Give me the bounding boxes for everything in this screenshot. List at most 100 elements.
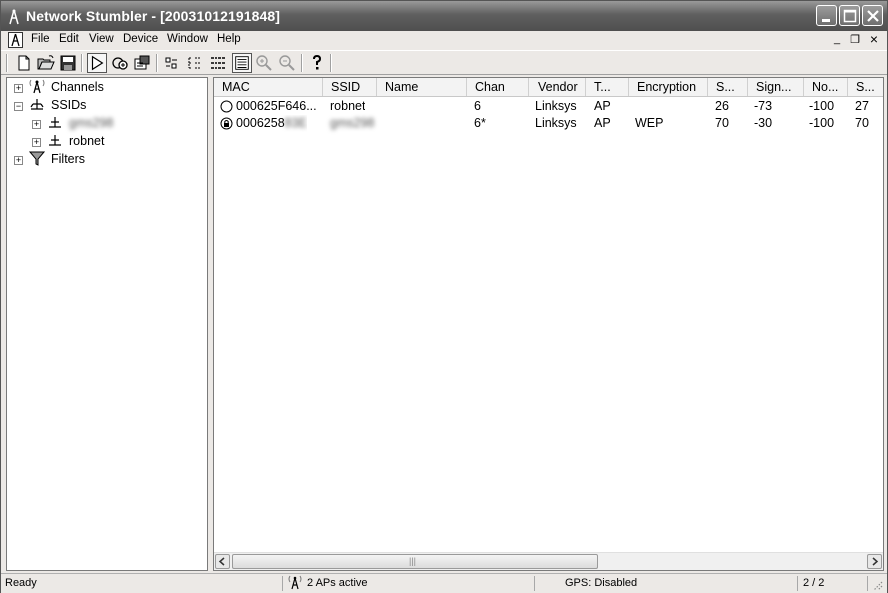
column-header-chan[interactable]: Chan — [467, 78, 529, 96]
minimize-button[interactable] — [816, 5, 837, 26]
properties-icon[interactable] — [132, 53, 152, 73]
status-ready: Ready — [1, 576, 283, 591]
ap-locked-icon — [220, 117, 233, 130]
table-row[interactable]: 000625F646... robnet 6 Linksys AP 26 -73… — [214, 98, 883, 115]
cell-type: AP — [594, 99, 611, 113]
status-gps: GPS: Disabled — [535, 576, 798, 591]
antenna-icon — [288, 575, 302, 590]
maximize-button[interactable] — [839, 5, 860, 26]
cell-signal-plus: 27 — [855, 99, 869, 113]
expand-channels-button[interactable]: + — [14, 84, 23, 93]
zoom-in-icon[interactable] — [254, 53, 274, 73]
mdi-restore-button[interactable]: ❐ — [848, 33, 862, 46]
column-header-encryption[interactable]: Encryption — [629, 78, 708, 96]
column-header-signal[interactable]: Sign... — [748, 78, 804, 96]
cell-vendor: Linksys — [535, 116, 577, 130]
status-bar: Ready 2 APs active GPS: Disabled 2 / 2 — [1, 573, 887, 593]
ap-open-icon — [220, 100, 233, 113]
menu-device[interactable]: Device — [123, 33, 158, 45]
column-header-noise[interactable]: No... — [804, 78, 848, 96]
window-title: Network Stumbler - [20031012191848] — [26, 8, 281, 24]
scroll-right-button[interactable] — [867, 554, 882, 569]
antenna-app-icon — [9, 9, 19, 25]
cell-signal-plus: 70 — [855, 116, 869, 130]
menu-window[interactable]: Window — [167, 33, 208, 45]
column-header-mac[interactable]: MAC — [214, 78, 323, 96]
expand-ssid-gms298-button[interactable]: + — [32, 120, 41, 129]
column-header-name[interactable]: Name — [377, 78, 467, 96]
column-header-signal-plus[interactable]: S... — [848, 78, 883, 96]
resize-grip-icon[interactable] — [871, 579, 883, 591]
chevron-left-icon — [218, 557, 225, 566]
ssid-antenna-icon — [49, 135, 61, 146]
minimize-icon — [822, 19, 830, 22]
scroll-left-button[interactable] — [215, 554, 230, 569]
cell-chan: 6* — [474, 116, 486, 130]
chevron-right-icon — [872, 557, 879, 566]
toolbar-separator — [301, 54, 303, 72]
tree-channels[interactable]: Channels — [51, 79, 104, 95]
cell-vendor: Linksys — [535, 99, 577, 113]
tree-ssids[interactable]: SSIDs — [51, 97, 86, 113]
cell-snr: 26 — [715, 99, 729, 113]
maximize-icon — [843, 9, 857, 23]
toolbar — [1, 50, 887, 75]
close-button[interactable] — [862, 5, 883, 26]
cell-chan: 6 — [474, 99, 481, 113]
save-icon[interactable] — [58, 53, 78, 73]
help-icon[interactable] — [307, 53, 327, 73]
cell-noise: -100 — [809, 99, 835, 113]
menu-view[interactable]: View — [89, 33, 114, 45]
toolbar-separator — [330, 54, 332, 72]
menu-bar: File Edit View Device Window Help _ ❐ × — [1, 31, 887, 50]
cell-signal: -73 — [754, 99, 773, 113]
tree-pane[interactable]: + Channels − SSIDs + gms298 + robnet + F… — [6, 77, 208, 571]
menu-help[interactable]: Help — [217, 33, 241, 45]
expand-filters-button[interactable]: + — [14, 156, 23, 165]
ssid-antenna-icon — [49, 117, 61, 128]
details-view-icon[interactable] — [232, 53, 252, 73]
channels-antenna-icon — [29, 79, 45, 94]
cell-mac: 000625F646... — [236, 99, 317, 113]
toolbar-separator — [156, 54, 158, 72]
scroll-thumb[interactable]: ||| — [232, 554, 598, 569]
menu-edit[interactable]: Edit — [59, 33, 79, 45]
cell-mac-blurred: 83E — [284, 116, 307, 130]
cell-mac: 000625883E — [236, 115, 307, 132]
ap-list-pane[interactable]: MAC SSID Name Chan Vendor T... Encryptio… — [213, 77, 884, 571]
zoom-out-icon[interactable] — [277, 53, 297, 73]
start-scan-icon[interactable] — [87, 53, 107, 73]
close-icon — [867, 10, 879, 22]
document-icon[interactable] — [8, 32, 23, 48]
status-aps-active: 2 APs active — [307, 577, 368, 589]
tree-ssid-item[interactable]: gms298 — [69, 115, 113, 131]
column-header-vendor[interactable]: Vendor — [529, 78, 586, 96]
column-header-ssid[interactable]: SSID — [323, 78, 377, 96]
tree-ssid-item[interactable]: robnet — [69, 133, 104, 149]
auto-config-icon[interactable] — [110, 53, 130, 73]
column-header-snr[interactable]: S... — [708, 78, 748, 96]
status-count: 2 / 2 — [798, 576, 868, 591]
table-row[interactable]: 000625883E gms298 6* Linksys AP WEP 70 -… — [214, 115, 883, 132]
toolbar-grip — [6, 54, 8, 72]
column-header-type[interactable]: T... — [586, 78, 629, 96]
title-bar[interactable]: Network Stumbler - [20031012191848] — [1, 1, 887, 31]
large-icons-icon[interactable] — [162, 53, 182, 73]
expand-ssid-robnet-button[interactable]: + — [32, 138, 41, 147]
mdi-minimize-button[interactable]: _ — [830, 33, 844, 45]
horizontal-scrollbar[interactable]: ||| — [214, 552, 883, 570]
cell-snr: 70 — [715, 116, 729, 130]
menu-file[interactable]: File — [31, 33, 50, 45]
cell-type: AP — [594, 116, 611, 130]
cell-signal: -30 — [754, 116, 773, 130]
mdi-close-button[interactable]: × — [867, 31, 881, 47]
ssids-antenna-icon — [30, 99, 44, 110]
cell-encryption: WEP — [635, 116, 664, 130]
list-view-icon[interactable] — [208, 53, 228, 73]
open-folder-icon[interactable] — [36, 53, 56, 73]
tree-filters[interactable]: Filters — [51, 151, 85, 167]
new-file-icon[interactable] — [14, 53, 34, 73]
collapse-ssids-button[interactable]: − — [14, 102, 23, 111]
cell-mac-prefix: 0006258 — [236, 116, 285, 130]
small-icons-icon[interactable] — [185, 53, 205, 73]
